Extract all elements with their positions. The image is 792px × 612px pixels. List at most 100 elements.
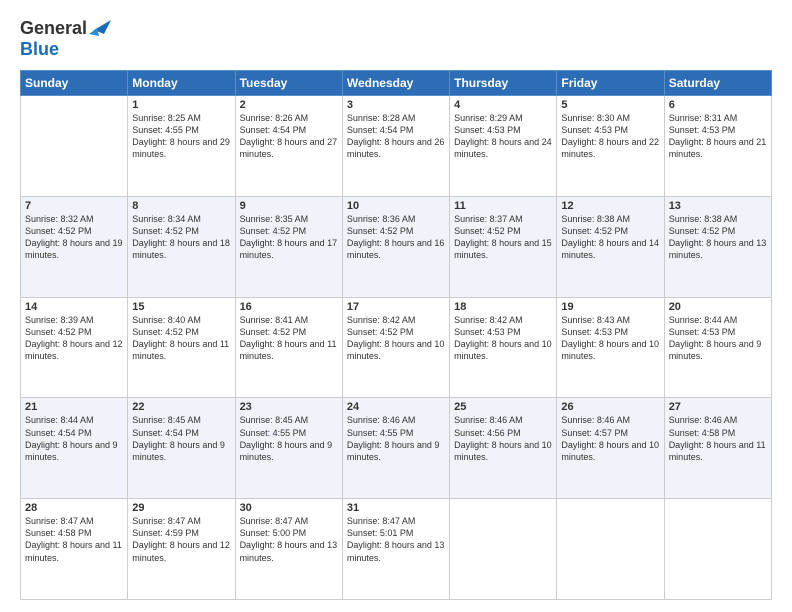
calendar-cell: 28 Sunrise: 8:47 AMSunset: 4:58 PMDaylig… (21, 499, 128, 600)
calendar-cell: 16 Sunrise: 8:41 AMSunset: 4:52 PMDaylig… (235, 297, 342, 398)
logo: General Blue (20, 18, 111, 60)
calendar-cell (664, 499, 771, 600)
day-number: 25 (454, 401, 552, 413)
calendar-cell: 2 Sunrise: 8:26 AMSunset: 4:54 PMDayligh… (235, 96, 342, 197)
day-number: 30 (240, 502, 338, 514)
calendar-cell: 22 Sunrise: 8:45 AMSunset: 4:54 PMDaylig… (128, 398, 235, 499)
col-header-tuesday: Tuesday (235, 71, 342, 96)
cell-info: Sunrise: 8:39 AMSunset: 4:52 PMDaylight:… (25, 314, 123, 363)
calendar-week-row: 7 Sunrise: 8:32 AMSunset: 4:52 PMDayligh… (21, 196, 772, 297)
logo-bird-icon (89, 20, 111, 38)
cell-info: Sunrise: 8:45 AMSunset: 4:54 PMDaylight:… (132, 414, 230, 463)
cell-info: Sunrise: 8:44 AMSunset: 4:54 PMDaylight:… (25, 414, 123, 463)
calendar-cell: 17 Sunrise: 8:42 AMSunset: 4:52 PMDaylig… (342, 297, 449, 398)
calendar-cell: 7 Sunrise: 8:32 AMSunset: 4:52 PMDayligh… (21, 196, 128, 297)
col-header-saturday: Saturday (664, 71, 771, 96)
day-number: 20 (669, 301, 767, 313)
cell-info: Sunrise: 8:29 AMSunset: 4:53 PMDaylight:… (454, 112, 552, 161)
calendar-cell: 4 Sunrise: 8:29 AMSunset: 4:53 PMDayligh… (450, 96, 557, 197)
cell-info: Sunrise: 8:44 AMSunset: 4:53 PMDaylight:… (669, 314, 767, 363)
day-number: 22 (132, 401, 230, 413)
calendar-cell: 25 Sunrise: 8:46 AMSunset: 4:56 PMDaylig… (450, 398, 557, 499)
calendar-week-row: 21 Sunrise: 8:44 AMSunset: 4:54 PMDaylig… (21, 398, 772, 499)
day-number: 26 (561, 401, 659, 413)
day-number: 21 (25, 401, 123, 413)
cell-info: Sunrise: 8:42 AMSunset: 4:53 PMDaylight:… (454, 314, 552, 363)
day-number: 3 (347, 99, 445, 111)
day-number: 1 (132, 99, 230, 111)
logo-general-text: General (20, 18, 87, 39)
calendar-cell: 10 Sunrise: 8:36 AMSunset: 4:52 PMDaylig… (342, 196, 449, 297)
calendar-cell: 5 Sunrise: 8:30 AMSunset: 4:53 PMDayligh… (557, 96, 664, 197)
day-number: 27 (669, 401, 767, 413)
cell-info: Sunrise: 8:25 AMSunset: 4:55 PMDaylight:… (132, 112, 230, 161)
day-number: 2 (240, 99, 338, 111)
day-number: 31 (347, 502, 445, 514)
day-number: 6 (669, 99, 767, 111)
cell-info: Sunrise: 8:32 AMSunset: 4:52 PMDaylight:… (25, 213, 123, 262)
calendar-cell (450, 499, 557, 600)
calendar-header-row: SundayMondayTuesdayWednesdayThursdayFrid… (21, 71, 772, 96)
cell-info: Sunrise: 8:46 AMSunset: 4:55 PMDaylight:… (347, 414, 445, 463)
calendar-cell: 13 Sunrise: 8:38 AMSunset: 4:52 PMDaylig… (664, 196, 771, 297)
day-number: 29 (132, 502, 230, 514)
cell-info: Sunrise: 8:38 AMSunset: 4:52 PMDaylight:… (669, 213, 767, 262)
day-number: 8 (132, 200, 230, 212)
calendar-cell: 24 Sunrise: 8:46 AMSunset: 4:55 PMDaylig… (342, 398, 449, 499)
calendar-cell: 20 Sunrise: 8:44 AMSunset: 4:53 PMDaylig… (664, 297, 771, 398)
cell-info: Sunrise: 8:47 AMSunset: 4:59 PMDaylight:… (132, 515, 230, 564)
calendar-week-row: 28 Sunrise: 8:47 AMSunset: 4:58 PMDaylig… (21, 499, 772, 600)
calendar-cell: 26 Sunrise: 8:46 AMSunset: 4:57 PMDaylig… (557, 398, 664, 499)
cell-info: Sunrise: 8:30 AMSunset: 4:53 PMDaylight:… (561, 112, 659, 161)
calendar-cell: 30 Sunrise: 8:47 AMSunset: 5:00 PMDaylig… (235, 499, 342, 600)
cell-info: Sunrise: 8:47 AMSunset: 5:01 PMDaylight:… (347, 515, 445, 564)
calendar-cell: 18 Sunrise: 8:42 AMSunset: 4:53 PMDaylig… (450, 297, 557, 398)
col-header-thursday: Thursday (450, 71, 557, 96)
calendar-week-row: 14 Sunrise: 8:39 AMSunset: 4:52 PMDaylig… (21, 297, 772, 398)
calendar-cell: 19 Sunrise: 8:43 AMSunset: 4:53 PMDaylig… (557, 297, 664, 398)
header: General Blue (20, 18, 772, 60)
day-number: 19 (561, 301, 659, 313)
calendar-cell: 31 Sunrise: 8:47 AMSunset: 5:01 PMDaylig… (342, 499, 449, 600)
day-number: 11 (454, 200, 552, 212)
calendar-cell: 6 Sunrise: 8:31 AMSunset: 4:53 PMDayligh… (664, 96, 771, 197)
day-number: 24 (347, 401, 445, 413)
cell-info: Sunrise: 8:46 AMSunset: 4:56 PMDaylight:… (454, 414, 552, 463)
cell-info: Sunrise: 8:47 AMSunset: 5:00 PMDaylight:… (240, 515, 338, 564)
calendar-cell: 3 Sunrise: 8:28 AMSunset: 4:54 PMDayligh… (342, 96, 449, 197)
day-number: 12 (561, 200, 659, 212)
cell-info: Sunrise: 8:46 AMSunset: 4:57 PMDaylight:… (561, 414, 659, 463)
cell-info: Sunrise: 8:47 AMSunset: 4:58 PMDaylight:… (25, 515, 123, 564)
day-number: 18 (454, 301, 552, 313)
calendar-table: SundayMondayTuesdayWednesdayThursdayFrid… (20, 70, 772, 600)
day-number: 16 (240, 301, 338, 313)
col-header-sunday: Sunday (21, 71, 128, 96)
calendar-cell: 11 Sunrise: 8:37 AMSunset: 4:52 PMDaylig… (450, 196, 557, 297)
cell-info: Sunrise: 8:35 AMSunset: 4:52 PMDaylight:… (240, 213, 338, 262)
cell-info: Sunrise: 8:42 AMSunset: 4:52 PMDaylight:… (347, 314, 445, 363)
col-header-monday: Monday (128, 71, 235, 96)
cell-info: Sunrise: 8:41 AMSunset: 4:52 PMDaylight:… (240, 314, 338, 363)
day-number: 7 (25, 200, 123, 212)
calendar-cell: 14 Sunrise: 8:39 AMSunset: 4:52 PMDaylig… (21, 297, 128, 398)
day-number: 9 (240, 200, 338, 212)
cell-info: Sunrise: 8:40 AMSunset: 4:52 PMDaylight:… (132, 314, 230, 363)
page: General Blue SundayMondayTuesdayWednesda… (0, 0, 792, 612)
calendar-cell: 27 Sunrise: 8:46 AMSunset: 4:58 PMDaylig… (664, 398, 771, 499)
calendar-cell (557, 499, 664, 600)
cell-info: Sunrise: 8:34 AMSunset: 4:52 PMDaylight:… (132, 213, 230, 262)
logo-blue-text: Blue (20, 39, 59, 59)
cell-info: Sunrise: 8:46 AMSunset: 4:58 PMDaylight:… (669, 414, 767, 463)
cell-info: Sunrise: 8:31 AMSunset: 4:53 PMDaylight:… (669, 112, 767, 161)
day-number: 14 (25, 301, 123, 313)
day-number: 23 (240, 401, 338, 413)
cell-info: Sunrise: 8:38 AMSunset: 4:52 PMDaylight:… (561, 213, 659, 262)
calendar-cell: 29 Sunrise: 8:47 AMSunset: 4:59 PMDaylig… (128, 499, 235, 600)
day-number: 13 (669, 200, 767, 212)
cell-info: Sunrise: 8:43 AMSunset: 4:53 PMDaylight:… (561, 314, 659, 363)
calendar-cell: 23 Sunrise: 8:45 AMSunset: 4:55 PMDaylig… (235, 398, 342, 499)
calendar-cell (21, 96, 128, 197)
calendar-week-row: 1 Sunrise: 8:25 AMSunset: 4:55 PMDayligh… (21, 96, 772, 197)
calendar-cell: 9 Sunrise: 8:35 AMSunset: 4:52 PMDayligh… (235, 196, 342, 297)
calendar-cell: 21 Sunrise: 8:44 AMSunset: 4:54 PMDaylig… (21, 398, 128, 499)
